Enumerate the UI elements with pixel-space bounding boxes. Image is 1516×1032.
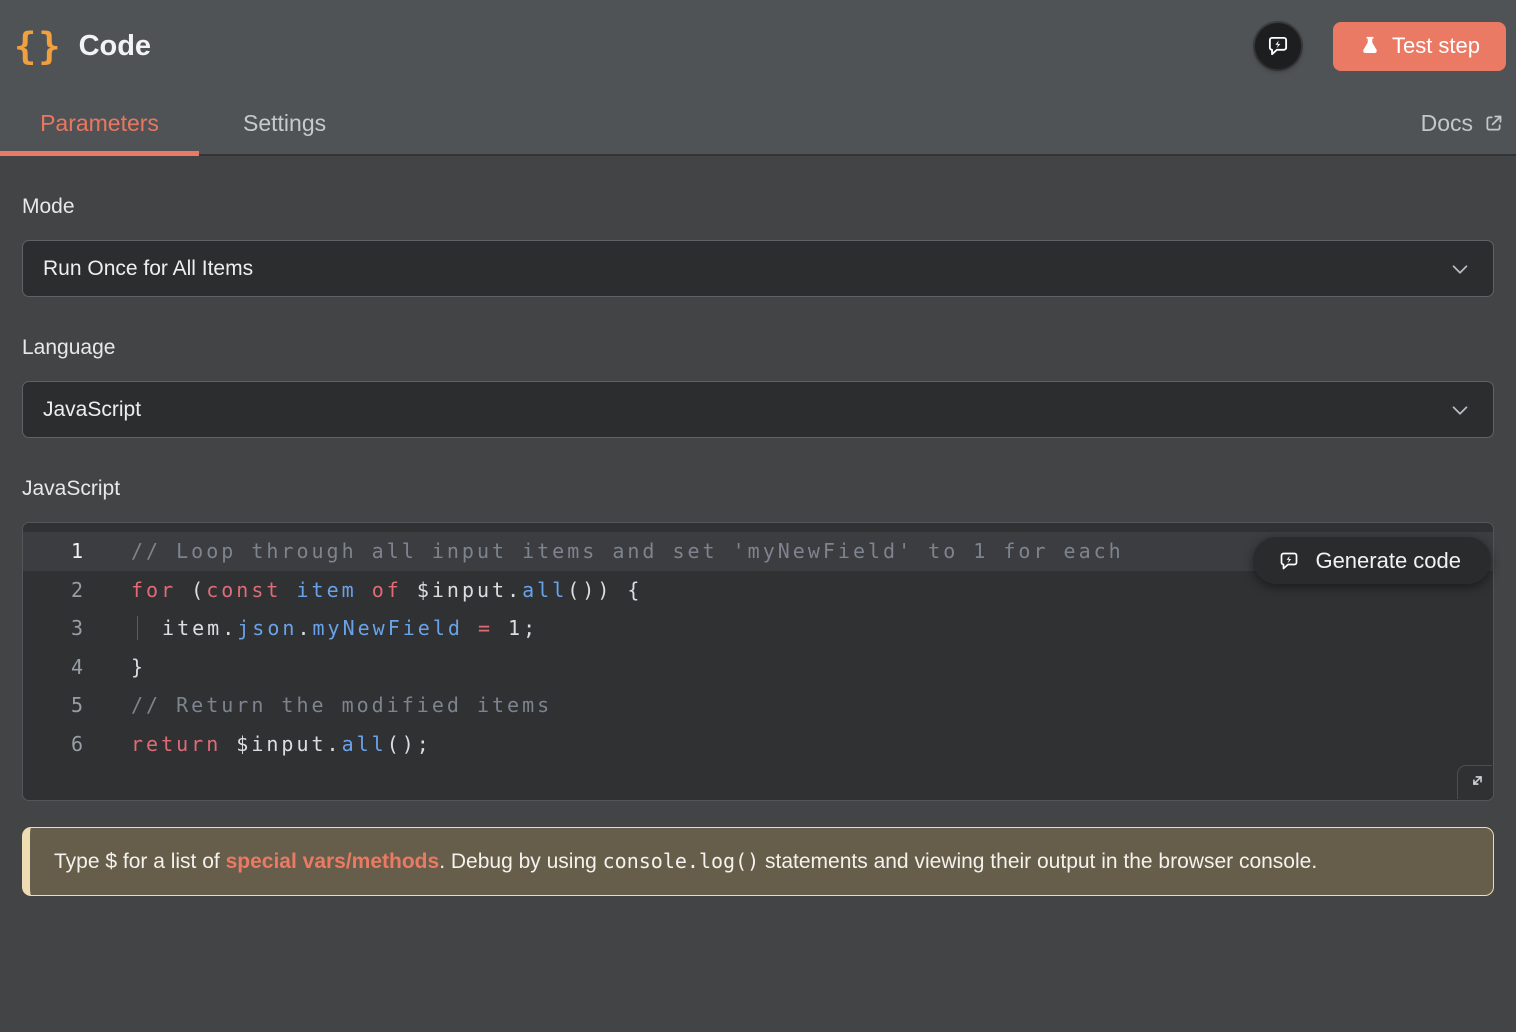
- code-line[interactable]: 4}: [23, 648, 1493, 687]
- line-content: }: [83, 648, 146, 687]
- tab-settings[interactable]: Settings: [199, 92, 370, 154]
- tabs: Parameters Settings Docs: [0, 92, 1516, 154]
- expand-icon: [1466, 773, 1485, 792]
- generate-code-button[interactable]: Generate code: [1253, 537, 1491, 584]
- hint-callout: Type $ for a list of special vars/method…: [22, 827, 1494, 896]
- tab-settings-label: Settings: [243, 110, 326, 137]
- code-token: ();: [387, 732, 432, 756]
- code-line[interactable]: 6return $input.all();: [23, 725, 1493, 764]
- line-content: return $input.all();: [83, 725, 432, 764]
- line-content: // Loop through all input items and set …: [83, 532, 1124, 571]
- node-header: {} Code Test step Parameters Settings: [0, 0, 1516, 156]
- code-token: all: [342, 732, 387, 756]
- code-token: all: [522, 578, 567, 602]
- hint-segment: Type $ for a list of: [54, 850, 226, 873]
- external-link-icon: [1483, 113, 1504, 134]
- code-token: of: [372, 578, 402, 602]
- expand-editor-button[interactable]: [1457, 765, 1492, 799]
- code-token: [281, 578, 296, 602]
- line-number: 5: [23, 686, 83, 725]
- code-token: $input.: [221, 732, 341, 756]
- curly-braces-icon: {}: [14, 28, 63, 65]
- parameters-panel: Mode Run Once for All Items Language Jav…: [0, 195, 1516, 896]
- chevron-down-icon: [1447, 256, 1473, 282]
- page-title: Code: [79, 30, 1255, 63]
- code-token: ()) {: [567, 578, 642, 602]
- code-field-label: JavaScript: [22, 477, 1494, 501]
- code-line[interactable]: 5 // Return the modified items: [23, 686, 1493, 725]
- test-step-label: Test step: [1392, 33, 1480, 59]
- ai-assistant-button[interactable]: [1255, 23, 1301, 69]
- code-token: [357, 578, 372, 602]
- language-label: Language: [22, 336, 1494, 360]
- chat-lightning-icon: [1265, 33, 1291, 59]
- code-token: const: [206, 578, 281, 602]
- mode-label: Mode: [22, 195, 1494, 219]
- line-number: 2: [23, 571, 83, 610]
- code-token: item.: [162, 616, 237, 640]
- code-token: 1;: [493, 616, 538, 640]
- code-token: }: [131, 655, 146, 679]
- chevron-down-icon: [1447, 397, 1473, 423]
- generate-code-label: Generate code: [1315, 548, 1461, 574]
- code-token: // Loop through all input items and set …: [131, 539, 1124, 563]
- code-token: .: [297, 616, 312, 640]
- code-token: for: [131, 578, 176, 602]
- code-token: (: [176, 578, 206, 602]
- code-token: $input.: [402, 578, 522, 602]
- flask-icon: [1359, 35, 1381, 57]
- line-content: item.json.myNewField = 1;: [83, 609, 538, 648]
- code-line[interactable]: 3 item.json.myNewField = 1;: [23, 609, 1493, 648]
- special-vars-link[interactable]: special vars/methods: [226, 850, 440, 873]
- line-content: for (const item of $input.all()) {: [83, 571, 642, 610]
- code-token: [137, 616, 162, 640]
- hint-segment: statements and viewing their output in t…: [759, 850, 1317, 873]
- docs-label: Docs: [1421, 110, 1473, 137]
- code-token: json: [237, 616, 297, 640]
- code-token: =: [478, 616, 493, 640]
- tab-parameters[interactable]: Parameters: [0, 92, 199, 154]
- line-number: 1: [23, 532, 83, 571]
- language-value: JavaScript: [43, 398, 1447, 422]
- code-editor-wrap: 1 // Loop through all input items and set…: [22, 522, 1494, 801]
- code-token: return: [131, 732, 221, 756]
- language-select[interactable]: JavaScript: [22, 381, 1494, 438]
- tab-parameters-label: Parameters: [40, 110, 159, 137]
- mode-select[interactable]: Run Once for All Items: [22, 240, 1494, 297]
- code-token: myNewField: [312, 616, 462, 640]
- line-content: // Return the modified items: [83, 686, 552, 725]
- code-token: item: [296, 578, 356, 602]
- line-number: 4: [23, 648, 83, 687]
- line-number: 3: [23, 609, 83, 648]
- hint-segment: . Debug by using: [439, 850, 602, 873]
- line-number: 6: [23, 725, 83, 764]
- code-token: // Return the modified items: [131, 693, 552, 717]
- title-row: {} Code Test step: [0, 0, 1516, 92]
- hint-segment: console.log(): [603, 849, 760, 873]
- code-token: [463, 616, 478, 640]
- test-step-button[interactable]: Test step: [1333, 22, 1506, 71]
- docs-link[interactable]: Docs: [1409, 92, 1516, 154]
- mode-value: Run Once for All Items: [43, 257, 1447, 281]
- hint-message: Type $ for a list of special vars/method…: [54, 850, 1317, 873]
- chat-lightning-icon: [1277, 549, 1301, 573]
